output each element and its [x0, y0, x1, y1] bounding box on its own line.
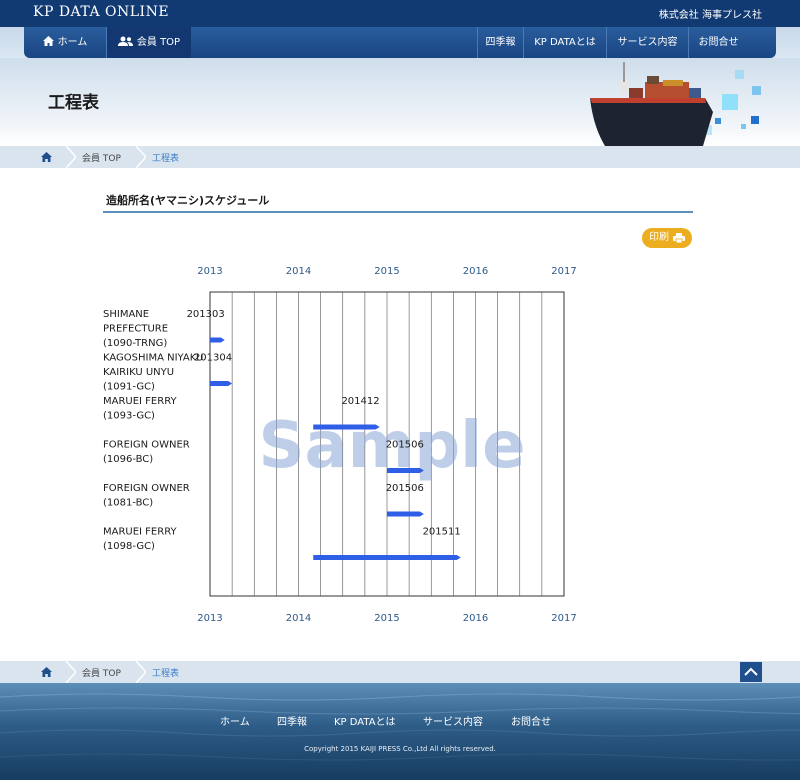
bar-end-label: 201303 [187, 309, 225, 320]
bar-end-label: 201304 [194, 353, 232, 364]
breadcrumb-separator-icon [136, 146, 146, 168]
footer-link-services[interactable]: サービス内容 [423, 713, 483, 728]
bar-end-label: 201511 [423, 527, 461, 538]
x-tick-label-bottom: 2014 [286, 613, 311, 624]
footer-link-shikiho[interactable]: 四季報 [277, 713, 307, 728]
sea-background [0, 693, 800, 761]
row-label: (1096-BC) [103, 454, 153, 465]
x-tick-label-top: 2017 [551, 266, 576, 277]
schedule-bar [387, 468, 424, 473]
row-label: (1093-GC) [103, 411, 155, 422]
x-tick-label-top: 2015 [374, 266, 399, 277]
site-logo[interactable]: KP DATA ONLINE [33, 4, 169, 20]
breadcrumb: 会員 TOP 工程表 [0, 146, 800, 168]
breadcrumb-bottom: 会員 TOP 工程表 [0, 661, 800, 683]
main-nav-inner: ホーム 会員 TOP 四季報 KP DATAとは サービス内容 お問合せ [24, 27, 776, 58]
top-bar: KP DATA ONLINE 株式会社 海事プレス社 [0, 0, 800, 27]
x-tick-label-bottom: 2013 [197, 613, 222, 624]
footer-link-home[interactable]: ホーム [220, 713, 250, 728]
row-label: (1091-GC) [103, 382, 155, 393]
footer-link-contact[interactable]: お問合せ [511, 713, 551, 728]
nav-about[interactable]: KP DATAとは [523, 27, 606, 58]
footer-link-about[interactable]: KP DATAとは [334, 713, 396, 728]
back-to-top-button[interactable] [740, 662, 762, 682]
row-label: FOREIGN OWNER [103, 440, 190, 451]
print-button-label: 印刷 [649, 232, 669, 243]
footer-nav: ホーム 四季報 KP DATAとは サービス内容 お問合せ [0, 713, 800, 729]
printer-icon [673, 233, 685, 243]
breadcrumb-current: 工程表 [152, 154, 180, 164]
home-icon [42, 36, 54, 46]
nav-member-top-label: 会員 TOP [136, 37, 181, 48]
breadcrumb-member-top[interactable]: 会員 TOP [82, 151, 121, 164]
section-divider [103, 211, 693, 213]
x-tick-label-top: 2016 [463, 266, 488, 277]
breadcrumb-member-top[interactable]: 会員 TOP [82, 666, 121, 679]
row-label: FOREIGN OWNER [103, 483, 190, 494]
nav-shikiho[interactable]: 四季報 [477, 27, 523, 58]
x-tick-label-bottom: 2015 [374, 613, 399, 624]
print-button[interactable]: 印刷 [642, 228, 692, 248]
schedule-chart: 2013 2013 2014 2014 2015 2015 2016 2016 2017 2017… [103, 266, 577, 624]
footer: ホーム 四季報 KP DATAとは サービス内容 お問合せ Copyright … [0, 683, 800, 780]
breadcrumb-separator-icon [66, 661, 76, 683]
home-icon[interactable] [36, 146, 66, 168]
bar-end-label: 201506 [386, 483, 424, 494]
breadcrumb-separator-icon [136, 661, 146, 683]
copyright: Copyright 2015 KAIJI PRESS Co.,Ltd All r… [304, 745, 496, 753]
nav-member-top[interactable]: 会員 TOP [106, 27, 191, 58]
bar-end-label: 201506 [386, 440, 424, 451]
breadcrumb-current: 工程表 [152, 669, 180, 679]
schedule-bar [313, 555, 461, 560]
row-label: (1090-TRNG) [103, 338, 167, 349]
schedule-bar [210, 381, 233, 386]
row-label: MARUEI FERRY [103, 396, 178, 407]
nav-contact[interactable]: お問合せ [688, 27, 748, 58]
x-tick-label-bottom: 2017 [551, 613, 576, 624]
company-name: 株式会社 海事プレス社 [658, 10, 762, 21]
nav-home[interactable]: ホーム [24, 27, 106, 58]
container-ship-image [590, 62, 761, 146]
x-tick-label-bottom: 2016 [463, 613, 488, 624]
row-label: (1098-GC) [103, 541, 155, 552]
row-label: MARUEI FERRY [103, 527, 178, 538]
main-nav: ホーム 会員 TOP 四季報 KP DATAとは サービス内容 お問合せ [0, 27, 800, 58]
schedule-bar [387, 511, 424, 517]
row-label: SHIMANE [103, 309, 149, 320]
users-icon [117, 36, 133, 46]
section-title: 造船所名(ヤマニシ)スケジュール [106, 194, 270, 207]
x-tick-label-top: 2014 [286, 266, 311, 277]
schedule-bar [313, 424, 380, 430]
row-label: (1081-BC) [103, 498, 153, 509]
home-icon[interactable] [36, 661, 66, 683]
page-title: 工程表 [48, 93, 99, 113]
row-label: KAGOSHIMA NIYAKU [103, 353, 203, 364]
page-header: 工程表 [0, 58, 800, 146]
breadcrumb-separator-icon [66, 146, 76, 168]
x-tick-label-top: 2013 [197, 266, 222, 277]
row-label: KAIRIKU UNYU [103, 367, 174, 378]
nav-services[interactable]: サービス内容 [606, 27, 688, 58]
bar-end-label: 201412 [341, 396, 379, 407]
nav-home-label: ホーム [57, 37, 88, 48]
row-label: PREFECTURE [103, 324, 168, 335]
